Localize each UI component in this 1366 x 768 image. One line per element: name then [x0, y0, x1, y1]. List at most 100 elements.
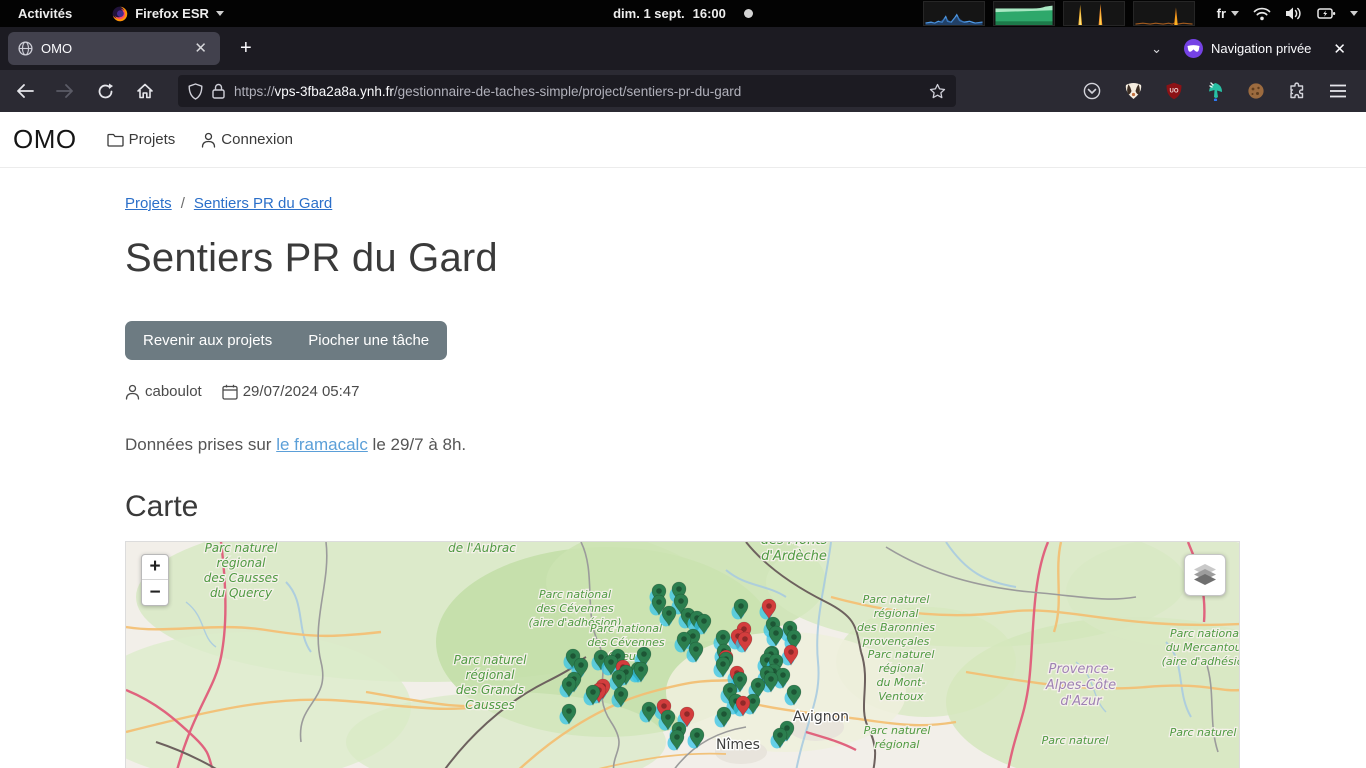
- pick-task-button[interactable]: Piocher une tâche: [290, 321, 447, 360]
- data-note: Données prises sur le framacalc le 29/7 …: [125, 435, 1240, 455]
- globe-favicon-icon: [18, 41, 33, 56]
- breadcrumb-projects-link[interactable]: Projets: [125, 195, 172, 212]
- memory-usage-graph[interactable]: [993, 1, 1055, 26]
- browser-nav-toolbar: https://vps-3fba2a8a.ynh.fr/gestionnaire…: [0, 70, 1366, 112]
- tab-close-icon[interactable]: ✕: [189, 38, 212, 59]
- url-bar[interactable]: https://vps-3fba2a8a.ynh.fr/gestionnaire…: [178, 75, 956, 107]
- map-container[interactable]: Parc naturelrégionaldes Caussesdu Quercy…: [125, 541, 1240, 768]
- calendar-icon: [222, 384, 238, 400]
- map-label: Nîmes: [716, 737, 760, 753]
- person-icon: [201, 132, 216, 148]
- battery-icon[interactable]: [1317, 6, 1336, 21]
- tracking-protection-shield-icon[interactable]: [188, 83, 203, 100]
- map-label: Causses: [465, 698, 514, 712]
- browser-tab-bar: OMO ✕ + ⌄ Navigation privée ✕: [0, 27, 1366, 70]
- list-tabs-chevron-icon[interactable]: ⌄: [1143, 37, 1170, 61]
- person-icon: [125, 384, 140, 400]
- wifi-icon[interactable]: [1253, 6, 1271, 21]
- map-label: du Quercy: [210, 586, 273, 600]
- layers-icon: [1193, 564, 1217, 586]
- load-graph[interactable]: [1063, 1, 1125, 26]
- cpu-usage-graph[interactable]: [923, 1, 985, 26]
- activities-button[interactable]: Activités: [12, 0, 78, 27]
- pocket-button[interactable]: [1078, 77, 1106, 105]
- map-label: Parc naturel: [1170, 726, 1237, 739]
- date-meta: 29/07/2024 05:47: [222, 383, 360, 400]
- map-label: provençales: [862, 635, 930, 648]
- cookie-extension-icon[interactable]: [1242, 77, 1270, 105]
- extensions-puzzle-icon[interactable]: [1283, 77, 1311, 105]
- map-canvas[interactable]: Parc naturelrégionaldes Caussesdu Quercy…: [126, 542, 1240, 768]
- framacalc-link[interactable]: le framacalc: [276, 435, 368, 454]
- map-label: du Mont-: [877, 676, 926, 689]
- map-label: Parc naturel: [454, 653, 528, 667]
- home-button[interactable]: [130, 76, 160, 106]
- page-title: Sentiers PR du Gard: [125, 236, 1240, 281]
- map-layers-control[interactable]: [1184, 554, 1226, 596]
- teal-extension-icon[interactable]: [1201, 77, 1229, 105]
- keyboard-layout-button[interactable]: fr: [1217, 0, 1239, 27]
- svg-text:UO: UO: [1170, 89, 1179, 95]
- screen: Activités Firefox ESR dim. 1 sept. 16:00: [0, 0, 1366, 768]
- zoom-out-button[interactable]: −: [142, 580, 168, 605]
- url-scheme: https://: [234, 84, 275, 99]
- tab-omo[interactable]: OMO ✕: [8, 32, 220, 65]
- map-label: des Monts: [761, 542, 828, 548]
- note-suffix: le 29/7 à 8h.: [368, 435, 466, 454]
- nav-login-label: Connexion: [221, 131, 293, 148]
- map-section-title: Carte: [125, 490, 1240, 524]
- map-label: régional: [875, 738, 920, 751]
- recording-indicator-icon: [744, 9, 753, 18]
- map-zoom-control: + −: [141, 554, 169, 606]
- url-domain: vps-3fba2a8a.ynh.fr: [275, 84, 394, 99]
- nav-projects-label: Projets: [129, 131, 176, 148]
- volume-icon[interactable]: [1285, 6, 1303, 21]
- map-label: d'Ardèche: [761, 549, 827, 564]
- map-label: Parc naturel: [1042, 734, 1109, 747]
- keyboard-layout-caret-icon: [1231, 11, 1239, 16]
- clock-time: 16:00: [693, 6, 726, 21]
- clock-button[interactable]: dim. 1 sept. 16:00: [613, 6, 753, 21]
- private-browsing-badge: Navigation privée: [1184, 39, 1311, 58]
- map-label: Avignon: [793, 709, 849, 725]
- action-button-group: Revenir aux projets Piocher une tâche: [125, 321, 447, 360]
- app-menu-label: Firefox ESR: [135, 6, 209, 21]
- private-browsing-label: Navigation privée: [1211, 41, 1311, 56]
- author-name: caboulot: [145, 383, 202, 400]
- activities-label: Activités: [18, 6, 72, 21]
- map-label: des Cévennes: [536, 602, 613, 615]
- nav-login-link[interactable]: Connexion: [201, 131, 293, 148]
- breadcrumb: Projets / Sentiers PR du Gard: [125, 195, 1240, 212]
- system-menu-caret-icon[interactable]: [1350, 11, 1358, 16]
- map-label: des Causses: [204, 571, 279, 585]
- window-close-button[interactable]: ✕: [1325, 38, 1354, 60]
- author-meta: caboulot: [125, 383, 202, 400]
- lock-icon[interactable]: [212, 83, 225, 99]
- back-to-projects-button[interactable]: Revenir aux projets: [125, 321, 290, 360]
- reload-button[interactable]: [90, 76, 120, 106]
- ublock-origin-extension-icon[interactable]: UO: [1160, 77, 1188, 105]
- forward-button[interactable]: [50, 76, 80, 106]
- keyboard-layout-label: fr: [1217, 6, 1226, 21]
- site-brand[interactable]: OMO: [13, 124, 77, 155]
- map-label: (aire d'adhésion: [1162, 655, 1240, 668]
- firefox-icon: [112, 6, 128, 22]
- nav-projects-link[interactable]: Projets: [107, 131, 176, 148]
- bookmark-star-icon[interactable]: [929, 83, 946, 99]
- privacy-badger-extension-icon[interactable]: [1119, 77, 1147, 105]
- map-label: des Grands: [456, 683, 524, 697]
- url-text[interactable]: https://vps-3fba2a8a.ynh.fr/gestionnaire…: [234, 84, 920, 99]
- gnome-top-bar: Activités Firefox ESR dim. 1 sept. 16:00: [0, 0, 1366, 27]
- zoom-in-button[interactable]: +: [142, 555, 168, 580]
- menu-hamburger-icon[interactable]: [1324, 77, 1352, 105]
- app-menu-button[interactable]: Firefox ESR: [106, 0, 230, 27]
- network-usage-graph[interactable]: [1133, 1, 1195, 26]
- breadcrumb-current-link[interactable]: Sentiers PR du Gard: [194, 195, 332, 212]
- back-button[interactable]: [10, 76, 40, 106]
- map-label: régional: [217, 556, 267, 570]
- folder-icon: [107, 133, 124, 147]
- page-content: OMO Projets Connexion: [0, 112, 1366, 768]
- new-tab-button[interactable]: +: [230, 35, 262, 62]
- map-label: Parc national: [590, 622, 662, 635]
- site-header: OMO Projets Connexion: [0, 112, 1366, 168]
